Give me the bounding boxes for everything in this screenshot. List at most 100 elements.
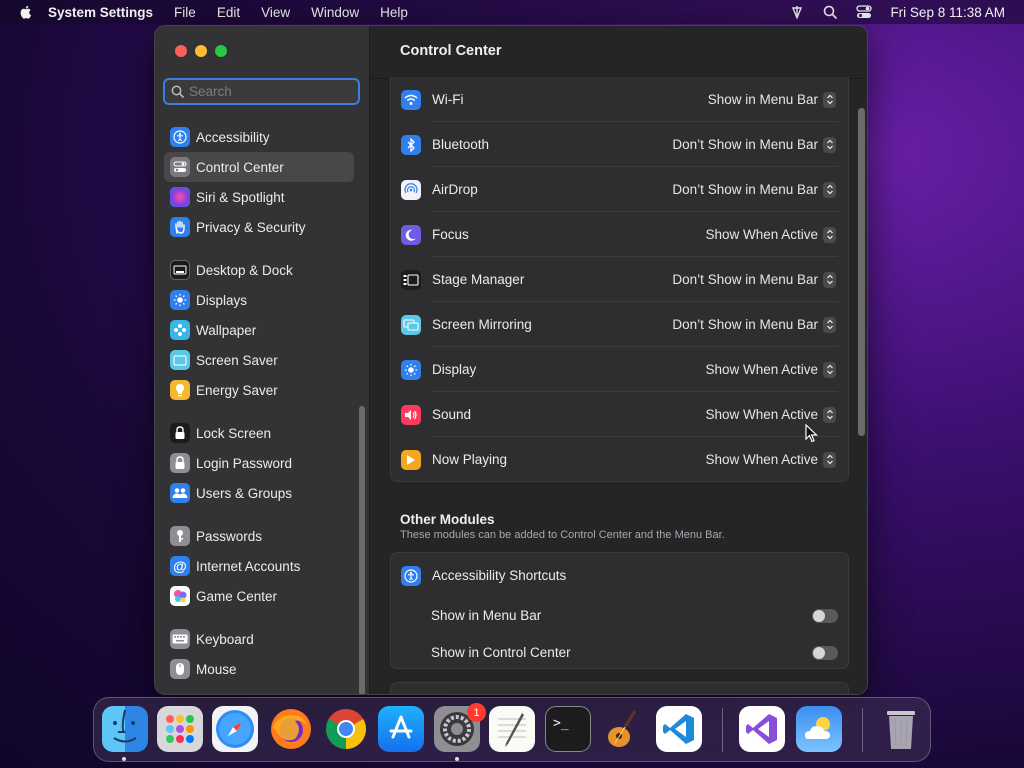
finder-icon[interactable]: [102, 706, 148, 752]
content-pane: Control Center Wi-Fi Show in Menu Bar Bl…: [370, 26, 867, 694]
mouse-icon: [170, 659, 190, 679]
vscode-icon[interactable]: [656, 706, 702, 752]
search-input[interactable]: [189, 84, 349, 99]
sidebar-item-energy-saver[interactable]: Energy Saver: [164, 375, 354, 405]
minimize-button[interactable]: [195, 45, 207, 57]
weather-icon[interactable]: [796, 706, 842, 752]
sidebar-item-internet-accounts[interactable]: @ Internet Accounts: [164, 551, 354, 581]
option-row-show-in-menu-bar: Show in Menu Bar: [391, 597, 848, 634]
chrome-icon[interactable]: [323, 706, 369, 752]
app-store-icon[interactable]: [378, 706, 424, 752]
stage-manager-icon: [401, 269, 421, 290]
module-visibility-select[interactable]: Don’t Show in Menu Bar: [672, 137, 818, 152]
module-row-bluetooth: Bluetooth Don’t Show in Menu Bar: [391, 122, 848, 167]
sidebar-item-privacy-security[interactable]: Privacy & Security: [164, 212, 354, 242]
textedit-icon[interactable]: [489, 706, 535, 752]
sidebar-item-label: Accessibility: [196, 129, 270, 145]
sidebar-item-users-groups[interactable]: Users & Groups: [164, 478, 354, 508]
chevron-updown-icon[interactable]: [823, 136, 836, 153]
chevron-updown-icon[interactable]: [823, 271, 836, 288]
apple-logo-icon[interactable]: [18, 4, 34, 20]
safari-icon[interactable]: [212, 706, 258, 752]
module-label: Screen Mirroring: [432, 317, 532, 332]
option-label: Show in Menu Bar: [431, 608, 542, 623]
menu-bar-clock[interactable]: Fri Sep 8 11:38 AM: [890, 5, 1005, 20]
sidebar-item-lock-screen[interactable]: Lock Screen: [164, 418, 354, 448]
chevron-updown-icon[interactable]: [823, 406, 836, 423]
terminal-icon[interactable]: >_: [545, 706, 591, 752]
option-label: Show in Control Center: [431, 645, 571, 660]
sidebar-item-mouse[interactable]: Mouse: [164, 654, 354, 684]
airdrop-icon: [401, 179, 421, 200]
chevron-updown-icon[interactable]: [823, 361, 836, 378]
sidebar-item-accessibility[interactable]: Accessibility: [164, 122, 354, 152]
module-label: Display: [432, 362, 477, 377]
module-visibility-select[interactable]: Show in Menu Bar: [708, 92, 818, 107]
network-status-icon[interactable]: [789, 5, 805, 19]
bluetooth-icon: [401, 134, 421, 155]
menu-view[interactable]: View: [261, 5, 290, 20]
sidebar-item-login-password[interactable]: Login Password: [164, 448, 354, 478]
sidebar-scrollbar[interactable]: [359, 406, 365, 694]
module-label: Sound: [432, 407, 472, 422]
search-field[interactable]: [163, 78, 360, 105]
show-in-control-center-toggle[interactable]: [812, 645, 838, 660]
chevron-updown-icon[interactable]: [823, 316, 836, 333]
siri-icon: [170, 187, 190, 207]
launchpad-icon[interactable]: [157, 706, 203, 752]
zoom-button[interactable]: [215, 45, 227, 57]
module-visibility-select[interactable]: Show When Active: [705, 407, 818, 422]
key-icon: [170, 526, 190, 546]
sidebar-item-passwords[interactable]: Passwords: [164, 521, 354, 551]
sidebar-item-displays[interactable]: Displays: [164, 285, 354, 315]
show-in-menu-bar-toggle[interactable]: [812, 608, 838, 623]
dock: >_: [93, 697, 931, 762]
bulb-icon: [170, 380, 190, 400]
module-label: AirDrop: [432, 182, 478, 197]
module-visibility-select[interactable]: Show When Active: [705, 362, 818, 377]
menu-edit[interactable]: Edit: [217, 5, 240, 20]
sidebar-item-screen-saver[interactable]: Screen Saver: [164, 345, 354, 375]
sidebar-item-desktop-dock[interactable]: Desktop & Dock: [164, 255, 354, 285]
module-row-sound: Sound Show When Active: [391, 392, 848, 437]
spotlight-search-icon[interactable]: [823, 5, 838, 20]
module-visibility-select[interactable]: Don’t Show in Menu Bar: [672, 317, 818, 332]
menu-file[interactable]: File: [174, 5, 196, 20]
menu-help[interactable]: Help: [380, 5, 408, 20]
menu-app-name[interactable]: System Settings: [48, 5, 153, 20]
search-icon: [171, 85, 185, 98]
menu-window[interactable]: Window: [311, 5, 359, 20]
sidebar-item-game-center[interactable]: Game Center: [164, 581, 354, 611]
sidebar-list: Accessibility Control Center Siri & Spot…: [164, 122, 354, 684]
sidebar-item-label: Wallpaper: [196, 322, 257, 338]
module-row-airdrop: AirDrop Don’t Show in Menu Bar: [391, 167, 848, 212]
garageband-icon[interactable]: [600, 706, 646, 752]
accessibility-icon: [170, 127, 190, 147]
module-visibility-select[interactable]: Show When Active: [705, 452, 818, 467]
chevron-updown-icon[interactable]: [823, 91, 836, 108]
sidebar-item-control-center[interactable]: Control Center: [164, 152, 354, 182]
firefox-icon[interactable]: [268, 706, 314, 752]
sidebar-item-label: Users & Groups: [196, 485, 293, 501]
sidebar-item-label: Game Center: [196, 588, 278, 604]
trash-icon[interactable]: [878, 706, 924, 752]
content-scrollbar[interactable]: [858, 108, 865, 436]
module-visibility-select[interactable]: Show When Active: [705, 227, 818, 242]
control-center-menu-icon[interactable]: [856, 5, 873, 19]
chevron-updown-icon[interactable]: [823, 226, 836, 243]
module-label: Bluetooth: [432, 137, 490, 152]
sidebar-item-keyboard[interactable]: Keyboard: [164, 624, 354, 654]
wifi-icon: [401, 89, 421, 110]
chevron-updown-icon[interactable]: [823, 451, 836, 468]
chevron-updown-icon[interactable]: [823, 181, 836, 198]
visual-studio-icon[interactable]: [739, 706, 785, 752]
sidebar-item-label: Privacy & Security: [196, 219, 306, 235]
sidebar-item-siri-spotlight[interactable]: Siri & Spotlight: [164, 182, 354, 212]
sidebar-item-label: Energy Saver: [196, 382, 278, 398]
module-row-wifi: Wi-Fi Show in Menu Bar: [391, 77, 848, 122]
close-button[interactable]: [175, 45, 187, 57]
module-visibility-select[interactable]: Don’t Show in Menu Bar: [672, 272, 818, 287]
module-visibility-select[interactable]: Don’t Show in Menu Bar: [672, 182, 818, 197]
sidebar-item-wallpaper[interactable]: Wallpaper: [164, 315, 354, 345]
sidebar-item-label: Siri & Spotlight: [196, 189, 285, 205]
